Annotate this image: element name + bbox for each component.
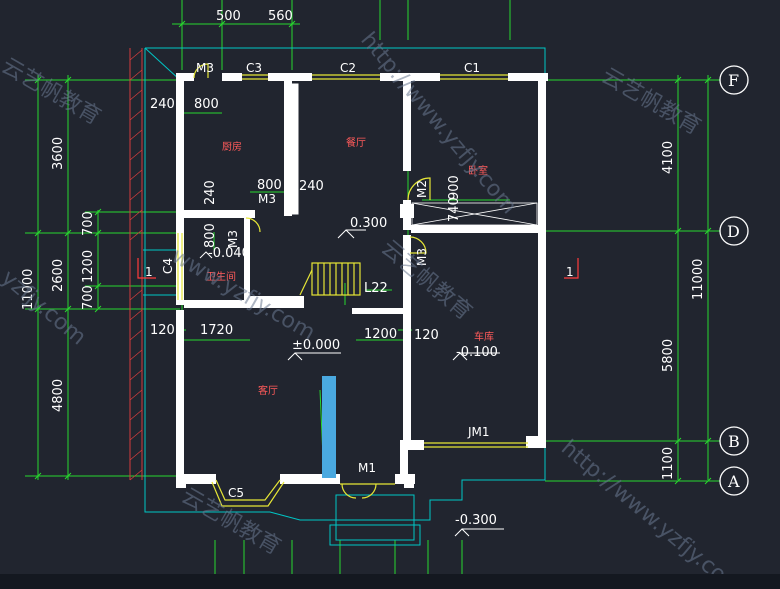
watermark-2: http://www.yzfjy.com xyxy=(355,28,521,219)
dim-240-c: 240 xyxy=(299,179,324,194)
dim-left-4800: 4800 xyxy=(51,379,66,412)
dim-240-b: 240 xyxy=(203,180,218,205)
floor-plan-drawing: 500 560 3600 2600 700 1200 700 11000 480… xyxy=(0,0,749,589)
label-m3-top: M3 xyxy=(196,61,214,75)
dim-120-b: 120 xyxy=(414,328,439,343)
site-outline xyxy=(129,47,546,546)
room-kitchen: 厨房 xyxy=(222,140,242,153)
watermark-5: 云艺帆教育 xyxy=(0,54,105,131)
label-m3-kitchen: M3 xyxy=(258,192,276,206)
stair-label-l22: L22 xyxy=(364,281,388,296)
dim-top-500: 500 xyxy=(216,9,241,24)
wardrobe-hatch xyxy=(411,202,538,226)
axis-markers xyxy=(719,65,749,496)
command-bar[interactable] xyxy=(0,574,780,589)
room-dining: 餐厅 xyxy=(346,136,366,149)
dim-240-a: 240 xyxy=(150,97,175,112)
label-jm1: JM1 xyxy=(467,425,490,439)
axis-label-d: D xyxy=(727,222,740,241)
dim-left-700b: 700 xyxy=(81,285,96,310)
axis-label-b: B xyxy=(728,432,740,451)
label-c5: C5 xyxy=(228,486,244,500)
room-garage: 车库 xyxy=(474,330,494,343)
dim-left-3600: 3600 xyxy=(51,137,66,170)
axis-label-a: A xyxy=(727,472,740,491)
section-mark-right: 1 xyxy=(566,265,574,279)
watermark-1: 云艺帆教育 xyxy=(597,64,705,141)
dim-900: 900 xyxy=(447,175,462,200)
dim-1720: 1720 xyxy=(200,323,233,338)
label-m2: M2 xyxy=(415,180,429,198)
dim-left-700a: 700 xyxy=(81,211,96,236)
dim-800-c: 800 xyxy=(203,223,218,248)
level-neg0300: -0.300 xyxy=(455,513,497,528)
entry-column xyxy=(322,376,336,478)
section-mark-left: 1 xyxy=(145,265,153,279)
level-neg0100: -0.100 xyxy=(456,345,498,360)
level-neg0040: -0.040 xyxy=(208,246,250,261)
dim-1200-b: 1200 xyxy=(364,327,397,342)
dim-right-1100: 1100 xyxy=(661,447,676,480)
level-0300: 0.300 xyxy=(350,216,387,231)
dim-800-b: 800 xyxy=(257,178,282,193)
dim-800-a: 800 xyxy=(194,97,219,112)
dim-top-560: 560 xyxy=(268,9,293,24)
dim-120-a: 120 xyxy=(150,323,175,338)
axis-label-f: F xyxy=(728,71,739,90)
room-living: 客厅 xyxy=(258,384,278,397)
label-c2: C2 xyxy=(340,61,356,75)
watermark-4: yzfjy.com xyxy=(0,265,91,350)
dim-right-4100: 4100 xyxy=(661,141,676,174)
dim-right-11000: 11000 xyxy=(691,259,706,300)
label-c3: C3 xyxy=(246,61,262,75)
dim-right-5800: 5800 xyxy=(661,339,676,372)
watermark-6: http://www.yzfjy.com xyxy=(556,435,747,589)
dim-left-1200: 1200 xyxy=(81,250,96,283)
label-m1: M1 xyxy=(358,461,376,475)
dim-left-2600: 2600 xyxy=(51,259,66,292)
cad-viewport[interactable]: { "drawing": { "top_dims": ["500", "560"… xyxy=(0,0,780,589)
label-c1: C1 xyxy=(464,61,480,75)
